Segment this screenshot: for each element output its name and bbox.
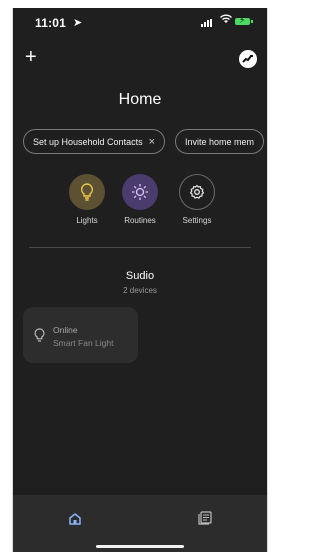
section-divider (29, 247, 251, 248)
page-title: Home (118, 91, 162, 108)
chip-label: Invite home mem (185, 136, 255, 147)
favorite-settings[interactable]: Settings (167, 174, 227, 225)
gear-icon (189, 184, 205, 199)
bottom-navigation (13, 495, 267, 552)
account-avatar[interactable] (239, 50, 257, 68)
lightbulb-icon (80, 183, 94, 201)
room-header: Sudio 2 devices (13, 270, 267, 295)
wifi-icon (220, 14, 232, 27)
feed-tab[interactable] (195, 508, 215, 528)
cell-signal-icon (201, 19, 212, 27)
chip-invite-home-members[interactable]: Invite home mem (175, 129, 265, 154)
favorite-label: Settings (182, 216, 212, 225)
phone-screen: 11:01 ➤ ⚡ + Home Set up Household Contac… (12, 8, 268, 552)
lightbulb-icon (34, 328, 45, 342)
routines-sun-icon (132, 184, 148, 200)
device-status: Online (53, 325, 78, 335)
status-time: 11:01 (35, 16, 67, 30)
lights-icon-circle (69, 174, 105, 210)
location-arrow-icon: ➤ (73, 17, 83, 29)
favorite-routines[interactable]: Routines (110, 174, 170, 225)
room-name: Sudio (125, 270, 155, 282)
device-name: Smart Fan Light (53, 338, 114, 348)
avatar-graphic-icon (242, 55, 253, 63)
chip-setup-household-contacts[interactable]: Set up Household Contacts × (23, 129, 166, 154)
favorite-label: Routines (124, 216, 156, 225)
home-indicator[interactable] (96, 545, 184, 548)
home-tab[interactable] (65, 508, 85, 528)
room-device-count: 2 devices (123, 286, 157, 295)
close-icon[interactable]: × (149, 136, 155, 148)
list-icon (198, 511, 212, 525)
home-icon (69, 512, 81, 525)
settings-icon-circle (179, 174, 215, 210)
status-bar: 11:01 ➤ ⚡ (13, 8, 267, 36)
favorite-label: Lights (76, 216, 98, 225)
chip-label: Set up Household Contacts (33, 136, 143, 147)
favorite-lights[interactable]: Lights (57, 174, 117, 225)
battery-charging-icon: ⚡ (235, 15, 253, 25)
suggestion-chips: Set up Household Contacts × Invite home … (23, 129, 265, 154)
routines-icon-circle (122, 174, 158, 210)
device-tile[interactable]: Online Smart Fan Light (23, 307, 138, 363)
add-button[interactable]: + (25, 47, 37, 67)
